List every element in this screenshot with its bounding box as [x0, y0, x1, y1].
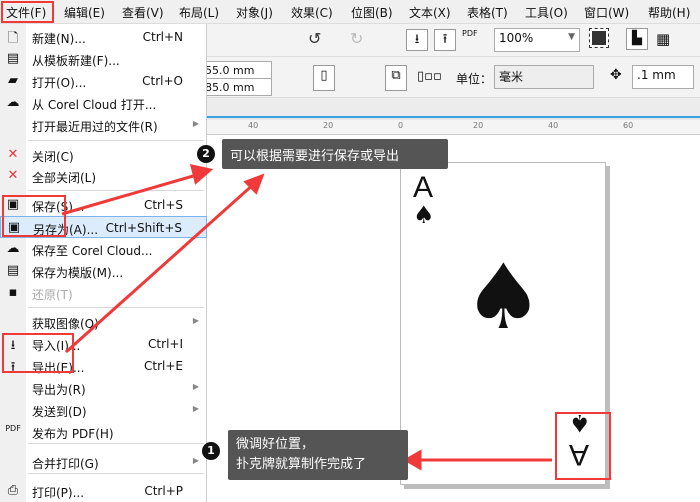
- callout-finish: 微调好位置， 扑克牌就算制作完成了: [228, 430, 408, 480]
- step-number: 2: [197, 145, 215, 163]
- callout-text: 扑克牌就算制作完成了: [236, 457, 367, 472]
- callout-text: 微调好位置，: [236, 437, 315, 452]
- callout-text: 可以根据需要进行保存或导出: [230, 149, 400, 164]
- step-number: 1: [202, 442, 220, 460]
- arrow-head: [402, 449, 422, 471]
- callout-save-export: 可以根据需要进行保存或导出: [222, 139, 448, 169]
- arrow-head: [189, 164, 214, 185]
- annotation-arrows: [61, 164, 552, 471]
- arrow-line: [61, 172, 201, 216]
- arrow-line: [65, 181, 256, 354]
